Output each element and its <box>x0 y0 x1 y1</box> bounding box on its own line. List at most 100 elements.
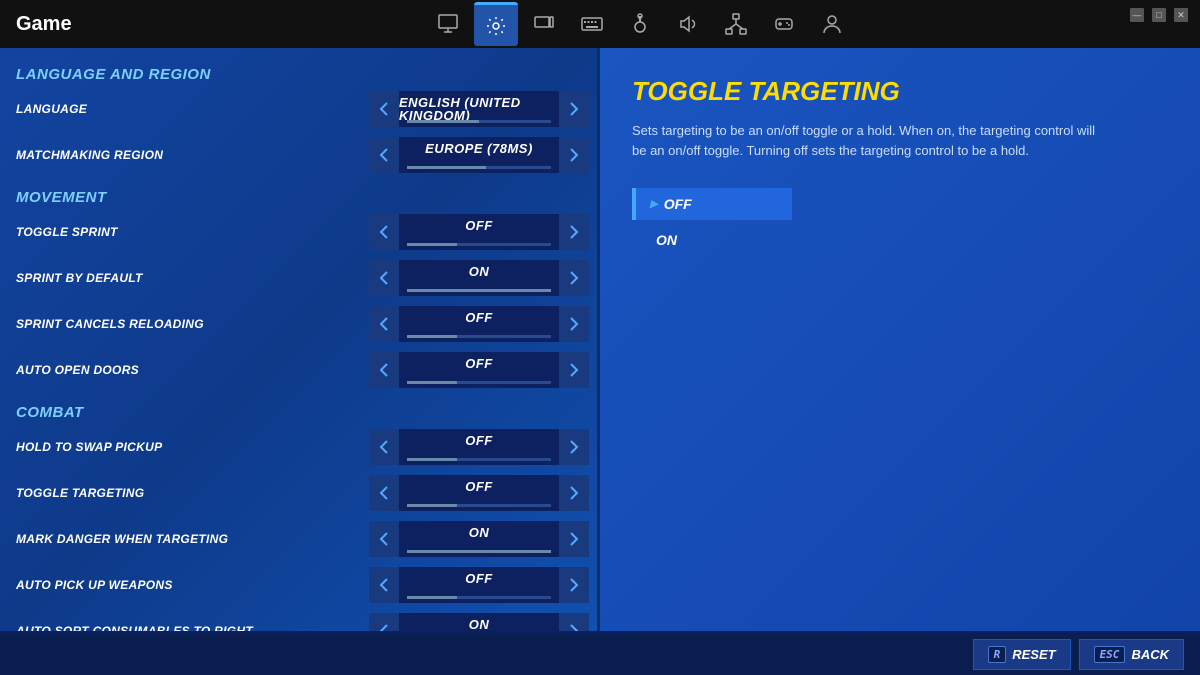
arrow-right-button[interactable] <box>559 567 589 603</box>
value-bar <box>407 166 551 169</box>
value-box: ENGLISH (UNITED KINGDOM) <box>399 91 559 127</box>
setting-control: ENGLISH (UNITED KINGDOM) <box>369 91 589 127</box>
value-box: ON <box>399 260 559 296</box>
arrow-right-button[interactable] <box>559 91 589 127</box>
arrow-left-button[interactable] <box>369 613 399 631</box>
value-bar <box>407 335 551 338</box>
setting-row: LANGUAGE ENGLISH (UNITED KINGDOM) <box>8 87 597 131</box>
setting-row: AUTO PICK UP WEAPONS OFF <box>8 563 597 607</box>
arrow-left-button[interactable] <box>369 475 399 511</box>
setting-row: MARK DANGER WHEN TARGETING ON <box>8 517 597 561</box>
maximize-button[interactable]: □ <box>1152 8 1166 22</box>
title-bar: Game — □ ✕ <box>0 0 1200 48</box>
keyboard-icon[interactable] <box>570 2 614 46</box>
option-item[interactable]: ▶OFF <box>632 188 792 220</box>
arrow-left-button[interactable] <box>369 521 399 557</box>
detail-title: TOGGLE TARGETING <box>632 76 1168 107</box>
setting-row: TOGGLE TARGETING OFF <box>8 471 597 515</box>
setting-label: SPRINT CANCELS RELOADING <box>16 317 369 331</box>
main-content: LANGUAGE AND REGION LANGUAGE ENGLISH (UNIT… <box>0 48 1200 631</box>
value-text: OFF <box>465 434 493 447</box>
setting-row: AUTO SORT CONSUMABLES TO RIGHT ON <box>8 609 597 631</box>
back-key: ESC <box>1094 646 1126 663</box>
value-text: OFF <box>465 311 493 324</box>
user-icon[interactable] <box>810 2 854 46</box>
value-bar <box>407 289 551 292</box>
arrow-right-button[interactable] <box>559 214 589 250</box>
minimize-button[interactable]: — <box>1130 8 1144 22</box>
value-text: ON <box>469 526 490 539</box>
arrow-left-button[interactable] <box>369 567 399 603</box>
back-button[interactable]: ESC BACK <box>1079 639 1184 670</box>
arrow-left-button[interactable] <box>369 214 399 250</box>
value-text: OFF <box>465 357 493 370</box>
arrow-left-button[interactable] <box>369 352 399 388</box>
value-box: OFF <box>399 306 559 342</box>
arrow-left-button[interactable] <box>369 260 399 296</box>
value-bar <box>407 550 551 553</box>
setting-label: AUTO SORT CONSUMABLES TO RIGHT <box>16 624 369 631</box>
setting-control: OFF <box>369 352 589 388</box>
arrow-right-button[interactable] <box>559 475 589 511</box>
setting-control: EUROPE (78MS) <box>369 137 589 173</box>
arrow-right-button[interactable] <box>559 137 589 173</box>
arrow-left-button[interactable] <box>369 306 399 342</box>
reset-button[interactable]: R RESET <box>973 639 1071 670</box>
arrow-right-button[interactable] <box>559 521 589 557</box>
setting-label: TOGGLE SPRINT <box>16 225 369 239</box>
setting-control: OFF <box>369 475 589 511</box>
reset-key: R <box>988 646 1007 663</box>
value-box: OFF <box>399 567 559 603</box>
arrow-right-button[interactable] <box>559 306 589 342</box>
arrow-right-button[interactable] <box>559 429 589 465</box>
setting-label: MATCHMAKING REGION <box>16 148 369 162</box>
value-box: OFF <box>399 475 559 511</box>
arrow-left-button[interactable] <box>369 429 399 465</box>
setting-row: TOGGLE SPRINT OFF <box>8 210 597 254</box>
setting-control: ON <box>369 521 589 557</box>
window-controls[interactable]: — □ ✕ <box>1118 0 1200 30</box>
value-box: OFF <box>399 352 559 388</box>
setting-label: SPRINT BY DEFAULT <box>16 271 369 285</box>
arrow-left-button[interactable] <box>369 137 399 173</box>
monitor-icon[interactable] <box>426 2 470 46</box>
display-icon[interactable] <box>522 2 566 46</box>
option-list: ▶OFF ON <box>632 188 1168 256</box>
reset-label: RESET <box>1012 647 1055 662</box>
arrow-right-button[interactable] <box>559 352 589 388</box>
controller-icon[interactable] <box>618 2 662 46</box>
setting-row: AUTO OPEN DOORSOFF <box>8 348 597 392</box>
value-bar <box>407 381 551 384</box>
arrow-right-button[interactable] <box>559 260 589 296</box>
arrow-left-button[interactable] <box>369 91 399 127</box>
setting-row: SPRINT CANCELS RELOADING OFF <box>8 302 597 346</box>
value-text: ON <box>469 618 490 631</box>
value-bar <box>407 504 551 507</box>
setting-label: TOGGLE TARGETING <box>16 486 369 500</box>
arrow-right-button[interactable] <box>559 613 589 631</box>
setting-control: ON <box>369 260 589 296</box>
value-text: OFF <box>465 480 493 493</box>
setting-control: OFF <box>369 567 589 603</box>
setting-label: MARK DANGER WHEN TARGETING <box>16 532 369 546</box>
setting-control: OFF <box>369 429 589 465</box>
back-label: BACK <box>1131 647 1169 662</box>
detail-description: Sets targeting to be an on/off toggle or… <box>632 121 1112 160</box>
window-title: Game <box>16 13 72 36</box>
setting-label: AUTO PICK UP WEAPONS <box>16 578 369 592</box>
value-box: ON <box>399 613 559 631</box>
detail-panel: TOGGLE TARGETING Sets targeting to be an… <box>600 48 1200 631</box>
section-header-language-region: LANGUAGE AND REGION <box>8 56 597 87</box>
gamepad-icon[interactable] <box>762 2 806 46</box>
audio-icon[interactable] <box>666 2 710 46</box>
setting-control: OFF <box>369 214 589 250</box>
close-button[interactable]: ✕ <box>1174 8 1188 22</box>
value-box: EUROPE (78MS) <box>399 137 559 173</box>
setting-row: SPRINT BY DEFAULT ON <box>8 256 597 300</box>
gear-icon[interactable] <box>474 2 518 46</box>
network-icon[interactable] <box>714 2 758 46</box>
value-text: OFF <box>465 219 493 232</box>
setting-label: LANGUAGE <box>16 102 369 116</box>
value-text: ON <box>469 265 490 278</box>
option-item[interactable]: ON <box>632 224 792 256</box>
